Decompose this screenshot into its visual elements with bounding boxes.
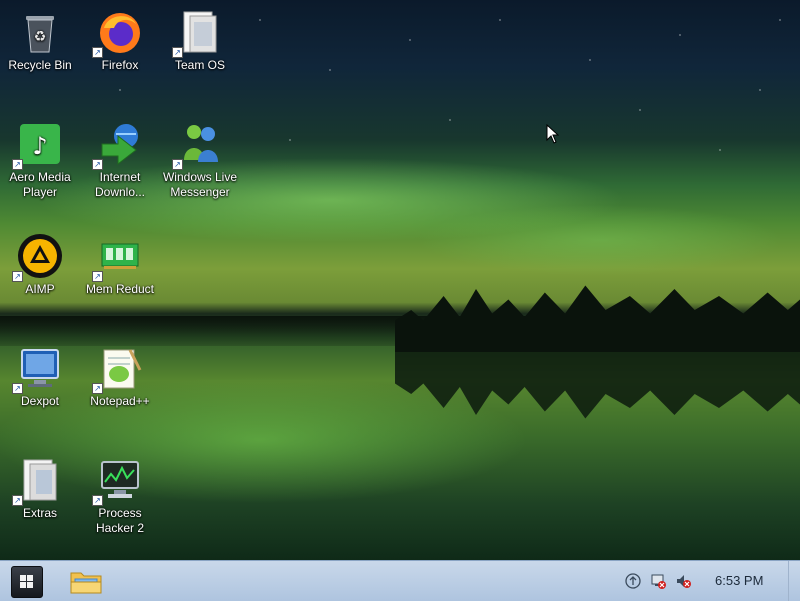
- windows-logo-icon: [20, 575, 34, 589]
- shortcut-arrow-icon: ↗: [92, 159, 103, 170]
- icon-label: Aero Media Player: [9, 170, 71, 199]
- icon-label: Recycle Bin: [8, 58, 72, 72]
- folder-icon: ↗: [12, 456, 64, 506]
- shortcut-arrow-icon: ↗: [172, 159, 183, 170]
- icon-label: Internet Downlo...: [94, 170, 146, 199]
- svg-text:♻: ♻: [34, 29, 47, 45]
- network-disconnected-icon[interactable]: [650, 573, 666, 589]
- recycle-bin-icon: ♻: [16, 8, 64, 56]
- shortcut-arrow-icon: ↗: [12, 383, 23, 394]
- icon-label: Firefox: [101, 58, 139, 72]
- icon-label: AIMP: [25, 282, 55, 296]
- shortcut-arrow-icon: ↗: [92, 383, 103, 394]
- icon-label: Team OS: [174, 58, 225, 72]
- folder-icon: ↗: [172, 8, 224, 58]
- icon-label: Windows Live Messenger: [162, 170, 238, 199]
- icon-label: Mem Reduct: [85, 282, 155, 296]
- desktop-icon-dexpot[interactable]: ↗ Dexpot: [1, 344, 79, 409]
- taskbar-clock[interactable]: 6:53 PM: [715, 573, 763, 588]
- desktop-wallpaper: ♻ Recycle Bin ♪ ↗ Aero Media Player ↗ AI…: [0, 0, 800, 560]
- taskbar: 6:53 PM: [0, 560, 800, 601]
- aimp-icon: ↗: [12, 232, 64, 282]
- system-tray: [620, 561, 800, 601]
- shortcut-arrow-icon: ↗: [12, 271, 23, 282]
- shortcut-arrow-icon: ↗: [12, 495, 23, 506]
- desktop-icon-recycle-bin[interactable]: ♻ Recycle Bin: [1, 8, 79, 73]
- icon-label: Extras: [22, 506, 57, 520]
- desktop-screen-icon: ↗: [12, 344, 64, 394]
- icon-label: Notepad++: [90, 394, 150, 408]
- shortcut-arrow-icon: ↗: [12, 159, 23, 170]
- desktop-icon-notepad-plus-plus[interactable]: ↗ Notepad++: [81, 344, 159, 409]
- desktop-icon-firefox[interactable]: ↗ Firefox: [81, 8, 159, 73]
- memory-chip-icon: ↗: [92, 232, 144, 282]
- shortcut-arrow-icon: ↗: [172, 47, 183, 58]
- icon-label: Dexpot: [20, 394, 60, 408]
- start-button[interactable]: [11, 566, 43, 598]
- firefox-icon: ↗: [92, 8, 144, 58]
- messenger-icon: ↗: [172, 120, 224, 170]
- action-center-icon[interactable]: [625, 573, 641, 589]
- notepad-plus-icon: ↗: [92, 344, 144, 394]
- desktop-icon-internet-download-manager[interactable]: ↗ Internet Downlo...: [81, 120, 159, 200]
- desktop-icon-aero-media-player[interactable]: ♪ ↗ Aero Media Player: [1, 120, 79, 200]
- music-note-icon: ♪ ↗: [12, 120, 64, 170]
- treeline-reflection: [395, 352, 800, 419]
- volume-muted-icon[interactable]: [675, 573, 691, 589]
- svg-text:♪: ♪: [32, 132, 47, 160]
- process-monitor-icon: ↗: [92, 456, 144, 506]
- desktop-icon-windows-live-messenger[interactable]: ↗ Windows Live Messenger: [161, 120, 239, 200]
- show-desktop-button[interactable]: [788, 561, 800, 601]
- desktop-icon-process-hacker-2[interactable]: ↗ Process Hacker 2: [81, 456, 159, 536]
- taskbar-file-explorer-button[interactable]: [69, 567, 103, 595]
- file-explorer-icon: [70, 572, 102, 594]
- desktop-icon-team-os[interactable]: ↗ Team OS: [161, 8, 239, 73]
- desktop-icon-extras[interactable]: ↗ Extras: [1, 456, 79, 521]
- shortcut-arrow-icon: ↗: [92, 271, 103, 282]
- icon-label: Process Hacker 2: [95, 506, 145, 535]
- shortcut-arrow-icon: ↗: [92, 47, 103, 58]
- desktop-icon-aimp[interactable]: ↗ AIMP: [1, 232, 79, 297]
- desktop-icon-mem-reduct[interactable]: ↗ Mem Reduct: [81, 232, 159, 297]
- download-globe-icon: ↗: [92, 120, 144, 170]
- shortcut-arrow-icon: ↗: [92, 495, 103, 506]
